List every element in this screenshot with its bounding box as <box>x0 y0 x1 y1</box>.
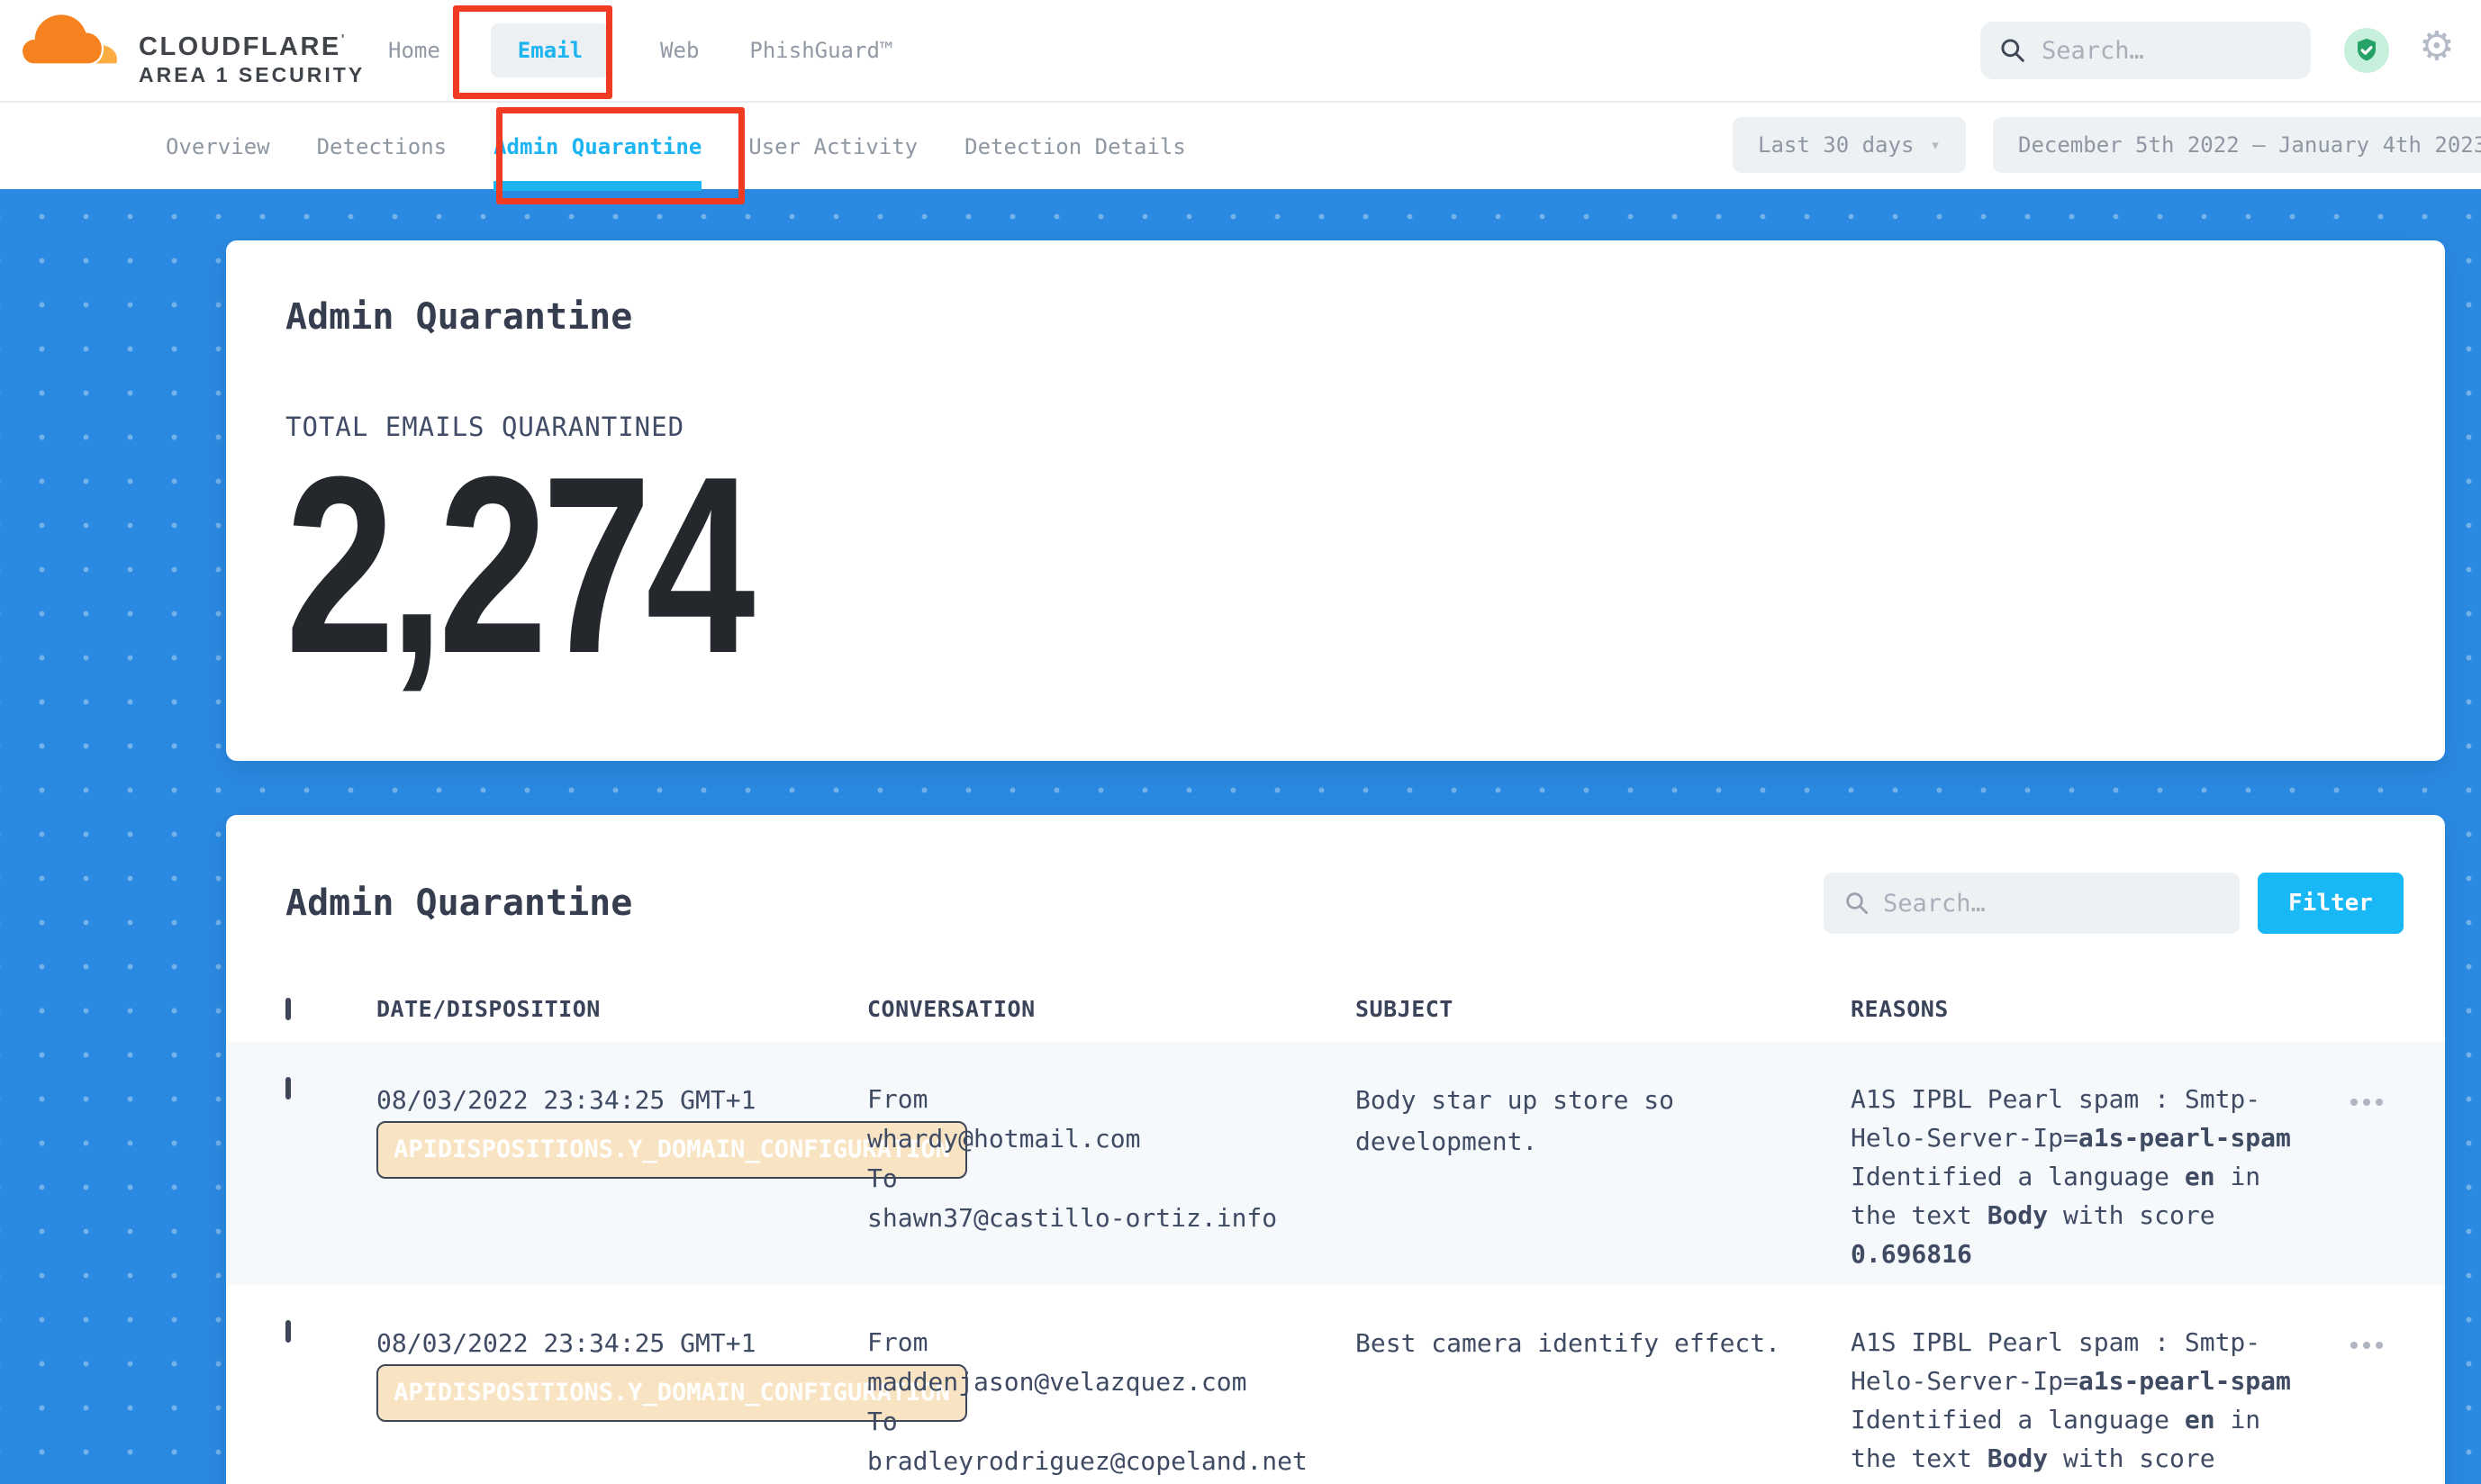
column-header-reasons: REASONS <box>1851 996 2350 1022</box>
settings-gear-icon[interactable]: ⚙ <box>2419 23 2454 69</box>
date-range-display[interactable]: December 5th 2022 — January 4th 2023 <box>1993 117 2481 173</box>
row-subject: Body star up store so development. <box>1355 1080 1851 1285</box>
tab-detections[interactable]: Detections <box>317 103 448 191</box>
logo-sub-text: AREA 1 SECURITY <box>139 63 365 87</box>
quarantine-table-card: Admin Quarantine Filter DATE/DISPOSITION… <box>226 815 2445 1484</box>
search-icon <box>1843 890 1870 917</box>
nav-item-email[interactable]: Email <box>491 23 610 77</box>
row-overflow-menu-icon[interactable] <box>2350 1342 2388 1349</box>
to-label: To <box>867 1402 1355 1442</box>
row-subject: Best camera identify effect. <box>1355 1323 1851 1484</box>
table-header-row: DATE/DISPOSITION CONVERSATION SUBJECT RE… <box>226 975 2445 1042</box>
top-nav: Home Email Web PhishGuard™ <box>388 0 892 101</box>
search-icon <box>1998 36 2027 65</box>
row-reasons: A1S IPBL Pearl spam : Smtp-Helo-Server-I… <box>1851 1323 2350 1484</box>
column-header-subject: SUBJECT <box>1355 996 1851 1022</box>
column-header-date: DATE/DISPOSITION <box>376 996 867 1022</box>
nav-item-home[interactable]: Home <box>388 38 440 63</box>
row-conversation: From whardy@hotmail.com To shawn37@casti… <box>867 1080 1355 1285</box>
cloudflare-area1-logo[interactable]: CLOUDFLARE' AREA 1 SECURITY <box>18 5 315 95</box>
nav-item-web[interactable]: Web <box>660 38 699 63</box>
subnav-tabs: Overview Detections Admin Quarantine User A… <box>166 103 1186 191</box>
row-date: 08/03/2022 23:34:25 GMT+1 <box>376 1323 867 1364</box>
table-search-input[interactable] <box>1883 890 2207 918</box>
table-row: 08/03/2022 23:34:25 GMT+1 APIDISPOSITION… <box>226 1042 2445 1285</box>
top-header-bar: CLOUDFLARE' AREA 1 SECURITY Home Email Web… <box>0 0 2481 101</box>
from-address: maddenjason@velazquez.com <box>867 1362 1355 1402</box>
global-search-input[interactable] <box>2042 37 2294 65</box>
table-body: 08/03/2022 23:34:25 GMT+1 APIDISPOSITION… <box>226 1042 2445 1484</box>
total-quarantined-value: 2,274 <box>285 469 1924 663</box>
tab-detection-details[interactable]: Detection Details <box>964 103 1186 191</box>
row-checkbox[interactable] <box>285 1077 291 1099</box>
shield-check-icon <box>2353 37 2380 64</box>
row-checkbox[interactable] <box>285 1320 291 1343</box>
stats-card-title: Admin Quarantine <box>285 296 2386 338</box>
row-reasons: A1S IPBL Pearl spam : Smtp-Helo-Server-I… <box>1851 1080 2350 1285</box>
time-range-dropdown[interactable]: Last 30 days ▾ <box>1733 117 1966 173</box>
main-content: Admin Quarantine TOTAL EMAILS QUARANTINE… <box>0 189 2481 1484</box>
row-date: 08/03/2022 23:34:25 GMT+1 <box>376 1080 867 1121</box>
row-conversation: From maddenjason@velazquez.com To bradle… <box>867 1323 1355 1484</box>
quarantine-stats-card: Admin Quarantine TOTAL EMAILS QUARANTINE… <box>226 240 2445 761</box>
app-window: CLOUDFLARE' AREA 1 SECURITY Home Email Web… <box>0 0 2481 1484</box>
table-search-box[interactable] <box>1824 873 2240 934</box>
table-card-title: Admin Quarantine <box>285 882 1824 924</box>
from-label: From <box>867 1080 1355 1119</box>
from-address: whardy@hotmail.com <box>867 1119 1355 1159</box>
filter-button[interactable]: Filter <box>2258 873 2404 934</box>
to-address: bradleyrodriguez@copeland.net <box>867 1442 1355 1481</box>
logo-brand-text: CLOUDFLARE' <box>139 32 347 62</box>
chevron-down-icon: ▾ <box>1930 135 1940 155</box>
tab-admin-quarantine[interactable]: Admin Quarantine <box>493 103 702 191</box>
table-row: 08/03/2022 23:34:25 GMT+1 APIDISPOSITION… <box>226 1285 2445 1484</box>
from-label: From <box>867 1323 1355 1362</box>
cloudflare-cloud-icon <box>18 9 124 67</box>
global-search-box[interactable] <box>1980 22 2311 79</box>
nav-item-phishguard[interactable]: PhishGuard™ <box>749 38 892 63</box>
tab-user-activity[interactable]: User Activity <box>748 103 918 191</box>
to-label: To <box>867 1159 1355 1199</box>
select-all-checkbox[interactable] <box>285 998 291 1020</box>
to-address: shawn37@castillo-ortiz.info <box>867 1199 1355 1238</box>
tab-overview[interactable]: Overview <box>166 103 270 191</box>
row-overflow-menu-icon[interactable] <box>2350 1099 2388 1106</box>
email-subnav-bar: Overview Detections Admin Quarantine User A… <box>0 101 2481 189</box>
protection-status-badge[interactable] <box>2344 28 2389 73</box>
column-header-conversation: CONVERSATION <box>867 996 1355 1022</box>
